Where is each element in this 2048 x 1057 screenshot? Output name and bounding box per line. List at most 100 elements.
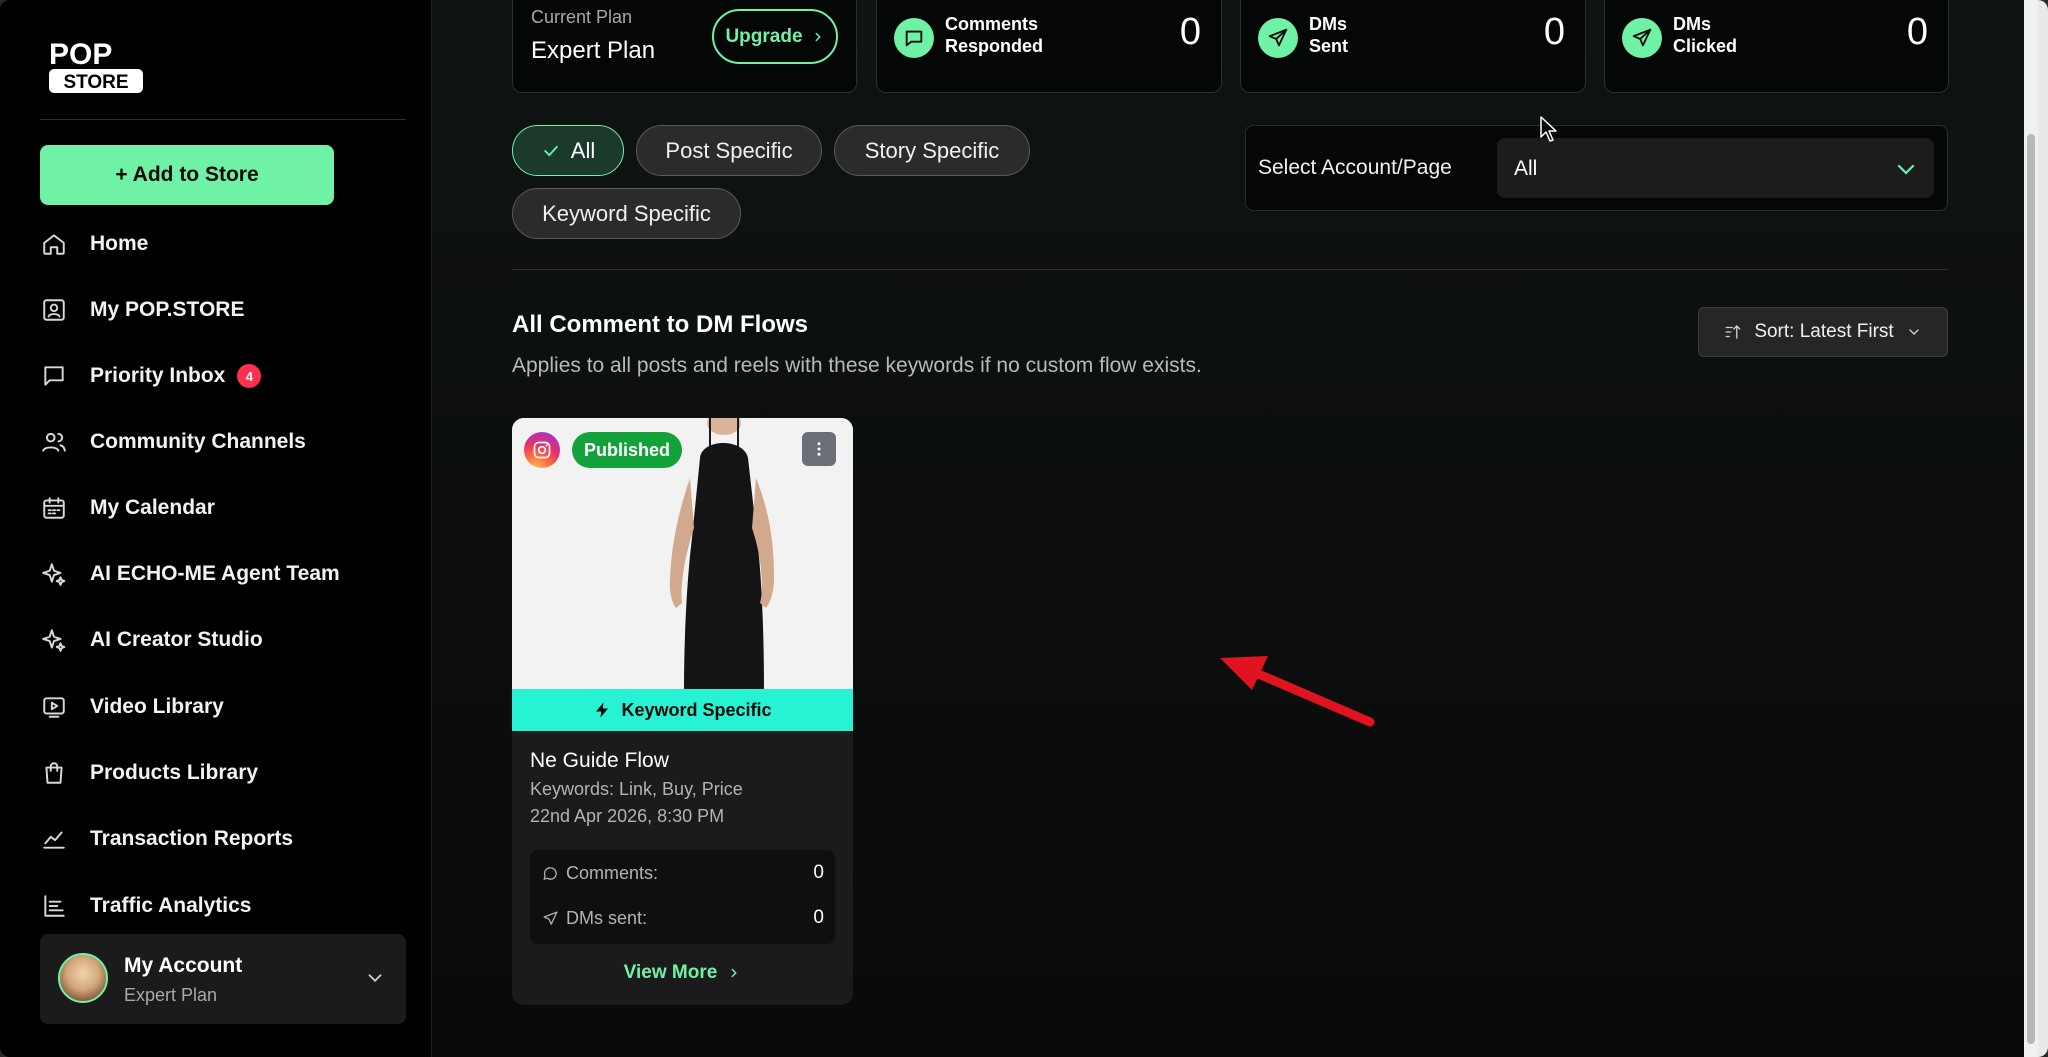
- sidebar-item-label: My POP.STORE: [90, 298, 245, 321]
- sidebar-item-label: Community Channels: [90, 430, 306, 453]
- stat-label-line: Responded: [945, 36, 1044, 56]
- chevron-right-icon: [731, 968, 738, 978]
- window-edge: [2038, 0, 2048, 1057]
- sidebar-item-my-pop-store[interactable]: My POP.STORE: [40, 290, 410, 330]
- dms-clicked-card: DMs Clicked 0: [1604, 0, 1949, 93]
- view-more-label: View More: [623, 962, 718, 983]
- comment-icon: [543, 866, 557, 880]
- status-badge: Published: [572, 432, 683, 468]
- stat-value: 0: [1179, 11, 1201, 53]
- upgrade-button[interactable]: Upgrade: [712, 9, 838, 64]
- dms-stat-row: DMs sent: 0: [542, 907, 824, 929]
- stat-label: DMs Sent: [1309, 13, 1348, 57]
- flow-name: Ne Guide Flow: [530, 749, 669, 772]
- upgrade-label: Upgrade: [725, 25, 803, 47]
- chip-label: Post Specific: [665, 137, 793, 163]
- account-menu[interactable]: My Account Expert Plan: [40, 934, 406, 1024]
- sidebar-item-label: Video Library: [90, 695, 224, 718]
- app-window: POP STORE + Add to Store Home My POP.STO…: [0, 0, 2048, 1057]
- stat-label-line: DMs: [1309, 14, 1348, 34]
- chevron-right-icon: [815, 32, 821, 41]
- calendar-icon: [40, 494, 68, 522]
- svg-text:POP: POP: [49, 38, 112, 71]
- avatar: [58, 953, 108, 1003]
- lightning-icon: [596, 702, 609, 718]
- store-profile-icon: [40, 296, 68, 324]
- sidebar-item-transaction-reports[interactable]: Transaction Reports: [40, 819, 410, 859]
- select-label: Select Account/Page: [1258, 156, 1452, 179]
- sidebar-item-label: Products Library: [90, 761, 259, 784]
- select-value: All: [1514, 157, 1538, 180]
- send-icon: [543, 910, 558, 925]
- pop-store-logo[interactable]: POP STORE: [49, 38, 144, 94]
- send-icon: [1622, 18, 1662, 58]
- dms-label: DMs sent:: [566, 907, 648, 928]
- sidebar-item-priority-inbox[interactable]: Priority Inbox 4: [40, 356, 410, 396]
- filter-chip-post-specific[interactable]: Post Specific: [636, 125, 822, 176]
- sidebar-item-label: Priority Inbox: [90, 364, 226, 387]
- main-content: Current Plan Expert Plan Upgrade Comment…: [432, 0, 2048, 1057]
- comments-stat-row: Comments: 0: [542, 862, 824, 884]
- comments-responded-card: Comments Responded 0: [876, 0, 1222, 93]
- sidebar: POP STORE + Add to Store Home My POP.STO…: [0, 0, 432, 1057]
- send-icon: [1258, 18, 1298, 58]
- filter-chip-story-specific[interactable]: Story Specific: [834, 125, 1030, 176]
- sidebar-item-products-library[interactable]: Products Library: [40, 753, 410, 793]
- chevron-down-icon: [1909, 329, 1919, 335]
- video-icon: [40, 693, 68, 721]
- sidebar-item-label: AI ECHO-ME Agent Team: [90, 562, 340, 585]
- mouse-cursor-icon: [1540, 116, 1557, 142]
- stat-label: DMs Clicked: [1673, 13, 1737, 57]
- check-icon: [544, 145, 558, 156]
- section-divider: [512, 269, 1948, 270]
- sidebar-item-label: My Calendar: [90, 496, 215, 519]
- sidebar-item-my-calendar[interactable]: My Calendar: [40, 488, 410, 528]
- sidebar-item-ai-creator-studio[interactable]: AI Creator Studio: [40, 620, 410, 660]
- sidebar-item-label: Home: [90, 232, 149, 255]
- flow-keywords: Keywords: Link, Buy, Price: [530, 779, 743, 799]
- account-page-selector: Select Account/Page All: [1245, 125, 1948, 211]
- shopping-bag-icon: [40, 759, 68, 787]
- filter-chip-keyword-specific[interactable]: Keyword Specific: [512, 188, 741, 239]
- plan-label: Current Plan: [531, 7, 633, 27]
- scrollbar-thumb[interactable]: [2027, 134, 2035, 1044]
- stat-label: Comments Responded: [945, 13, 1043, 57]
- users-icon: [40, 428, 68, 456]
- flow-date: 22nd Apr 2026, 8:30 PM: [530, 806, 725, 826]
- sidebar-item-label: AI Creator Studio: [90, 628, 263, 651]
- comment-icon: [894, 18, 934, 58]
- flow-type-label: Keyword Specific: [621, 699, 772, 720]
- account-name: My Account: [124, 954, 243, 977]
- account-page-dropdown[interactable]: All: [1497, 138, 1934, 198]
- more-options-button[interactable]: [802, 432, 836, 466]
- trend-chart-icon: [40, 825, 68, 853]
- home-icon: [40, 230, 68, 258]
- sidebar-item-traffic-analytics[interactable]: Traffic Analytics: [40, 886, 410, 926]
- section-title: All Comment to DM Flows: [512, 311, 808, 338]
- sidebar-item-label: Transaction Reports: [90, 827, 294, 850]
- chip-label: Story Specific: [864, 137, 1000, 163]
- unread-count-badge: 4: [237, 364, 262, 388]
- annotation-arrow: [1220, 656, 1375, 727]
- sidebar-item-ai-echo-me-agent-team[interactable]: AI ECHO-ME Agent Team: [40, 554, 410, 594]
- add-to-store-button[interactable]: + Add to Store: [40, 145, 334, 205]
- stat-label-line: Comments: [945, 14, 1039, 34]
- flow-card[interactable]: Published Keyword Specific Ne Guide Flow…: [512, 418, 853, 1005]
- sparkle-icon: [40, 626, 68, 654]
- stat-value: 0: [1906, 11, 1928, 53]
- current-plan-card: Current Plan Expert Plan Upgrade: [512, 0, 857, 93]
- sort-label: Sort: Latest First: [1754, 321, 1894, 342]
- stat-label-line: DMs: [1673, 14, 1712, 34]
- sidebar-item-home[interactable]: Home: [40, 224, 410, 264]
- dms-value: 0: [813, 907, 824, 928]
- sidebar-divider: [40, 119, 406, 120]
- flow-stats: Comments: 0 DMs sent: 0: [530, 850, 835, 944]
- chevron-down-icon: [368, 974, 382, 983]
- sort-dropdown[interactable]: Sort: Latest First: [1698, 307, 1948, 357]
- sidebar-item-label: Traffic Analytics: [90, 894, 252, 917]
- view-more-link[interactable]: View More: [512, 962, 853, 984]
- sidebar-item-video-library[interactable]: Video Library: [40, 687, 410, 727]
- filter-chip-all[interactable]: All: [512, 125, 624, 176]
- sidebar-item-community-channels[interactable]: Community Channels: [40, 422, 410, 462]
- instagram-icon: [524, 432, 560, 468]
